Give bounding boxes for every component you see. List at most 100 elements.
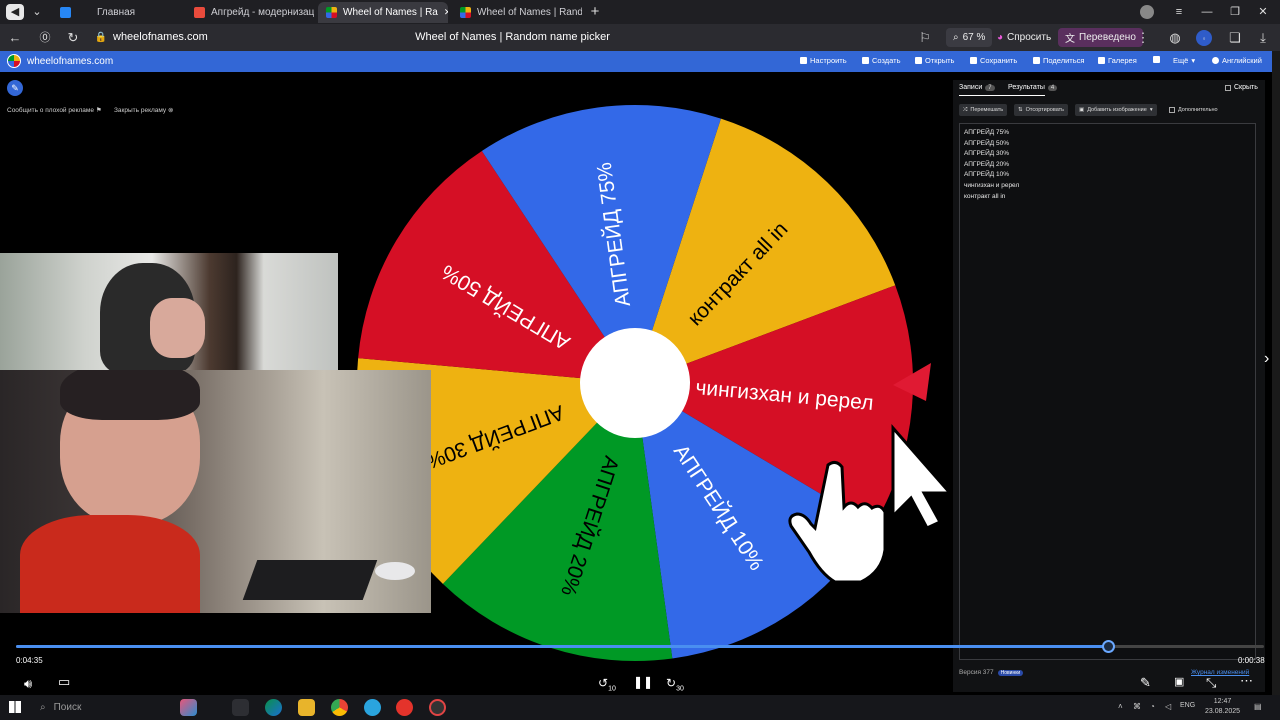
globe-icon[interactable]: ◍ xyxy=(1166,29,1184,47)
chevron-right-icon[interactable]: › xyxy=(1264,350,1269,368)
edit-pencil-icon[interactable]: ✎ xyxy=(7,80,23,96)
menu-icon[interactable]: ≡ xyxy=(1170,4,1188,20)
close-icon[interactable]: ✕ xyxy=(444,7,448,18)
close-icon: ⊗ xyxy=(168,107,174,114)
more-icon[interactable]: ⋮ xyxy=(1134,29,1152,47)
address-bar: ← ⓪ ↻ 🔒 wheelofnames.com Wheel of Names … xyxy=(0,24,1280,51)
tab-entries[interactable]: Записи 7 xyxy=(959,84,995,91)
menu-save[interactable]: Сохранить xyxy=(970,56,1017,65)
obs-icon[interactable] xyxy=(429,699,446,716)
remaining-time: 0:00:38 xyxy=(1238,656,1265,665)
close-ad-link[interactable]: Закрыть рекламу ⊗ xyxy=(114,106,173,114)
add-image-button[interactable]: ▣ Добавить изображение ▾ xyxy=(1075,104,1157,116)
windows-start-icon[interactable] xyxy=(9,701,21,713)
edge-icon[interactable] xyxy=(265,699,282,716)
network-icon[interactable]: ⌘ xyxy=(1133,702,1141,711)
pen-icon[interactable]: ✎ xyxy=(1140,675,1151,691)
site-logo[interactable]: wheelofnames.com xyxy=(27,56,113,67)
translated-button[interactable]: 文 Переведено xyxy=(1058,28,1143,47)
tab-wheel[interactable]: Wheel of Names | Random xyxy=(452,2,582,23)
page-title: Wheel of Names | Random name picker xyxy=(415,31,610,43)
shuffle-button[interactable]: ⤮ Перемешать xyxy=(959,104,1008,116)
list-item: АПГРЕЙД 50% xyxy=(964,139,1010,147)
download-icon[interactable]: ⤓ xyxy=(1254,29,1272,47)
ask-button[interactable]: ◕ Спросить xyxy=(990,28,1058,47)
flamingo-widget-icon[interactable] xyxy=(180,699,197,716)
vk-icon xyxy=(60,7,71,18)
close-window-icon[interactable]: ✕ xyxy=(1254,4,1272,20)
menu-customize[interactable]: Настроить xyxy=(800,56,847,65)
subtitles-icon[interactable]: ▭ xyxy=(58,674,70,690)
language-indicator[interactable]: ENG xyxy=(1180,702,1195,709)
list-item: чингизхан и ререл xyxy=(964,181,1020,189)
more-options-icon[interactable]: ⋯ xyxy=(1240,673,1253,689)
wheel-center-button[interactable] xyxy=(580,328,690,438)
browser-tab-bar: ◀ ⌄ Главная Апгрейд - модернизаци Wheel … xyxy=(0,0,1280,24)
menu-open[interactable]: Открыть xyxy=(915,56,954,65)
task-view-icon[interactable] xyxy=(232,699,249,716)
video-progress-bar[interactable] xyxy=(16,640,1264,653)
yandex-icon[interactable]: ⓪ xyxy=(36,29,54,47)
report-ad-link[interactable]: Сообщить о плохой рекламе ⚑ xyxy=(7,106,102,114)
chrome-icon[interactable] xyxy=(331,699,348,716)
forward-button[interactable]: ↻30 xyxy=(666,676,684,692)
globe-icon xyxy=(1212,57,1219,64)
tab-upgrade[interactable]: Апгрейд - модернизаци xyxy=(186,2,314,23)
clock[interactable]: 12:47 23.08.2025 xyxy=(1205,697,1240,717)
reload-icon[interactable]: ↻ xyxy=(64,29,82,47)
yandex-browser-icon[interactable] xyxy=(396,699,413,716)
profile-icon[interactable]: ◦ xyxy=(1196,30,1212,46)
search-icon xyxy=(1098,57,1105,64)
volume-icon[interactable]: 🔊︎ xyxy=(24,676,32,692)
minimize-icon[interactable]: — xyxy=(1198,4,1216,20)
tab-results[interactable]: Результаты 4 xyxy=(1008,84,1058,91)
folder-icon xyxy=(915,57,922,64)
wifi-icon[interactable]: ◔ xyxy=(1150,702,1155,711)
url-field[interactable]: wheelofnames.com xyxy=(113,31,208,43)
rewind-button[interactable]: ↺10 xyxy=(598,676,616,692)
translate-icon: 文 xyxy=(1065,34,1075,45)
audio-icon[interactable]: ◀ xyxy=(6,4,24,20)
webcam-image-top xyxy=(0,253,338,370)
back-icon[interactable]: ← xyxy=(6,29,24,47)
telegram-icon[interactable] xyxy=(364,699,381,716)
tab-wheel-active[interactable]: Wheel of Names | Ra ✕ xyxy=(318,2,448,23)
maximize-icon[interactable]: ❐ xyxy=(1226,4,1244,20)
collections-icon[interactable]: ❏ xyxy=(1226,29,1244,47)
scrollbar[interactable] xyxy=(1272,51,1280,695)
search-input[interactable]: ⌕ Поиск xyxy=(32,697,172,718)
bookmark-icon[interactable]: ⚐ xyxy=(916,29,934,47)
chevron-up-icon[interactable]: ˄ xyxy=(1118,702,1123,711)
wheel-logo-icon xyxy=(7,54,21,68)
menu-gallery[interactable]: Галерея xyxy=(1098,56,1137,65)
notifications-icon[interactable]: ▤ xyxy=(1254,702,1262,711)
explorer-icon[interactable] xyxy=(298,699,315,716)
avatar[interactable] xyxy=(1140,5,1154,19)
new-tab-icon[interactable]: + xyxy=(586,4,604,20)
zoom-indicator[interactable]: ⌕ 67 % xyxy=(946,28,993,47)
version-info: Версия 377 Новинки xyxy=(959,669,1024,676)
tab-main[interactable]: Главная xyxy=(52,2,182,23)
list-item: АПГРЕЙД 20% xyxy=(964,160,1010,168)
pause-icon[interactable]: ❚❚ xyxy=(633,675,653,689)
menu-new[interactable]: Создать xyxy=(862,56,901,65)
menu-more[interactable]: Ещё ▾ xyxy=(1173,56,1195,65)
menu-share[interactable]: Поделиться xyxy=(1033,56,1084,65)
entries-textarea[interactable]: АПГРЕЙД 75% АПГРЕЙД 50% АПГРЕЙД 30% АПГР… xyxy=(959,123,1256,660)
speaker-icon[interactable]: ◁ xyxy=(1165,702,1171,711)
taskbar: ⌕ Поиск ˄ ⌘ ◔ ◁ ENG 12:47 23.08.2025 ▤ xyxy=(0,695,1280,720)
collapse-icon[interactable]: ⤡ xyxy=(1206,675,1216,691)
mouse xyxy=(375,562,415,580)
fullscreen-button[interactable] xyxy=(1153,56,1160,63)
hide-toggle[interactable]: Скрыть xyxy=(1225,84,1258,91)
list-item: контракт all in xyxy=(964,192,1006,200)
menu-language[interactable]: Английский xyxy=(1212,56,1262,65)
video-progress-knob[interactable] xyxy=(1102,640,1115,653)
sort-button[interactable]: ⇅ Отсортировать xyxy=(1014,104,1069,116)
pip-icon[interactable]: ▣ xyxy=(1174,675,1184,688)
checkbox-icon xyxy=(1169,107,1175,113)
chevron-down-icon: ▾ xyxy=(1149,107,1153,113)
wheel[interactable]: контракт all inчингизхан и ререлАПГРЕЙД … xyxy=(350,72,950,672)
tabs-menu-icon[interactable]: ⌄ xyxy=(28,4,46,20)
advanced-toggle[interactable]: Дополнительно xyxy=(1165,104,1222,116)
